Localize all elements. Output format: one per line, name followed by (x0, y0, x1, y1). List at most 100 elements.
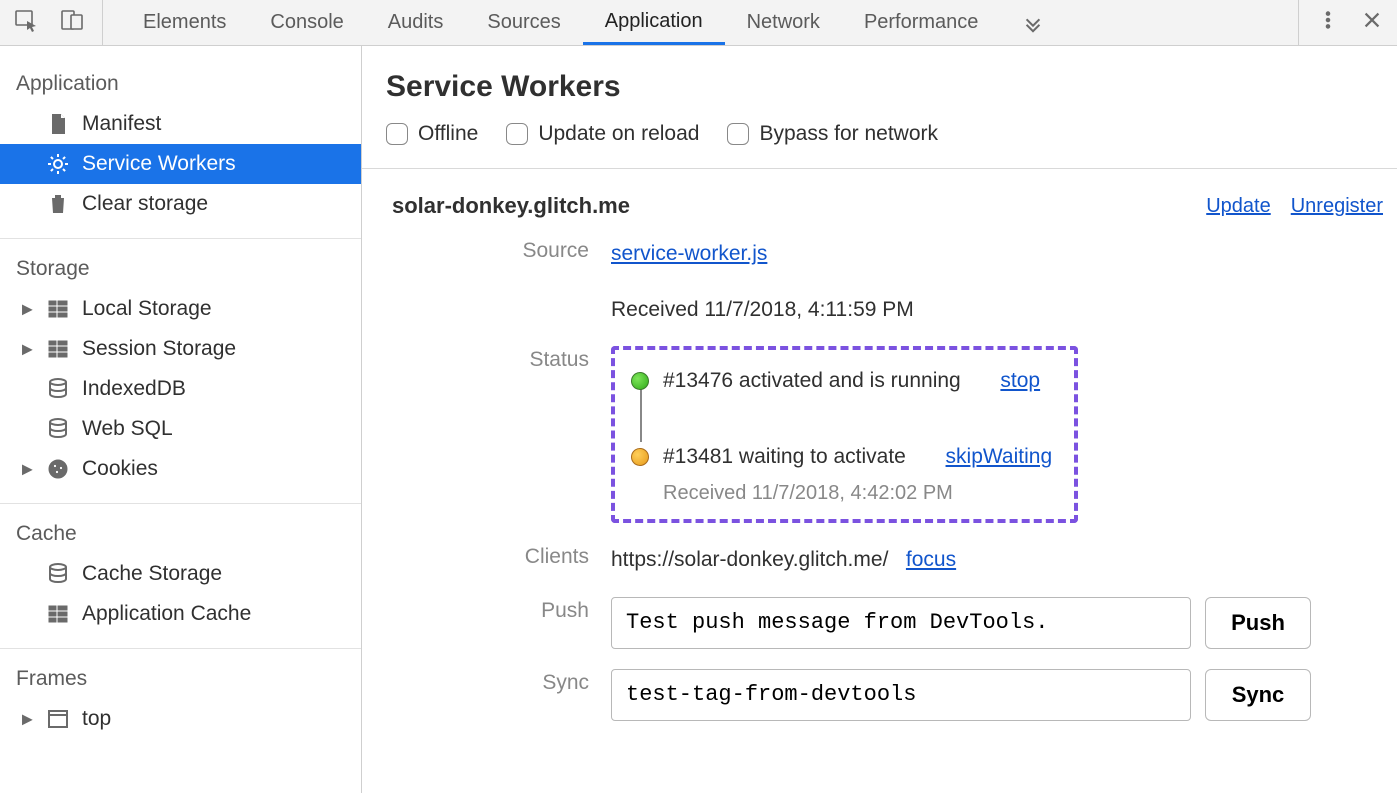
tab-console[interactable]: Console (248, 0, 365, 45)
push-button[interactable]: Push (1205, 597, 1311, 649)
sidebar-item-manifest[interactable]: Manifest (0, 104, 361, 144)
offline-checkbox[interactable]: Offline (386, 122, 478, 146)
push-label: Push (386, 597, 611, 649)
sidebar-item-label: Cookies (82, 457, 158, 481)
update-on-reload-checkbox[interactable]: Update on reload (506, 122, 699, 146)
grid-icon (46, 337, 70, 361)
tab-application[interactable]: Application (583, 0, 725, 45)
checkbox-label: Update on reload (538, 122, 699, 146)
checkbox-icon (506, 123, 528, 145)
sidebar-item-application-cache[interactable]: Application Cache (0, 594, 361, 634)
tab-overflow[interactable] (1000, 0, 1066, 45)
status-waiting-received: Received 11/7/2018, 4:42:02 PM (663, 477, 1052, 509)
kebab-icon[interactable] (1317, 9, 1339, 37)
database-icon (46, 417, 70, 441)
status-dot-waiting-icon (631, 448, 649, 466)
unregister-link[interactable]: Unregister (1291, 195, 1383, 218)
status-highlight-frame: #13476 activated and is running stop #13… (611, 346, 1078, 523)
status-dot-active-icon (631, 372, 649, 390)
grid-icon (46, 297, 70, 321)
clients-url: https://solar-donkey.glitch.me/ (611, 548, 888, 571)
status-active-id: #13476 (663, 369, 733, 392)
sidebar-item-cookies[interactable]: ▶ Cookies (0, 449, 361, 489)
push-row: Push Push (386, 597, 1383, 649)
document-icon (46, 112, 70, 136)
tab-network[interactable]: Network (725, 0, 842, 45)
sidebar-item-label: Cache Storage (82, 562, 222, 586)
device-toggle-icon[interactable] (60, 8, 84, 38)
devtools-topbar: Elements Console Audits Sources Applicat… (0, 0, 1397, 46)
sidebar-item-label: Service Workers (82, 152, 236, 176)
sync-row: Sync Sync (386, 669, 1383, 721)
panel-title: Service Workers (386, 70, 1383, 104)
checkbox-label: Offline (418, 122, 478, 146)
update-link[interactable]: Update (1206, 195, 1271, 218)
clients-label: Clients (386, 543, 611, 577)
origin-row: solar-donkey.glitch.me Update Unregister (386, 193, 1383, 237)
checkbox-icon (727, 123, 749, 145)
sidebar-item-local-storage[interactable]: ▶ Local Storage (0, 289, 361, 329)
push-input[interactable] (611, 597, 1191, 649)
sidebar-item-clear-storage[interactable]: Clear storage (0, 184, 361, 224)
status-waiting-id: #13481 (663, 445, 733, 468)
sidebar-item-label: Clear storage (82, 192, 208, 216)
topbar-left-icons (14, 0, 103, 45)
sidebar-item-label: Session Storage (82, 337, 236, 361)
status-connector (640, 386, 642, 442)
frame-icon (46, 707, 70, 731)
tab-sources[interactable]: Sources (465, 0, 582, 45)
chevron-right-icon: ▶ (22, 341, 33, 358)
checkbox-label: Bypass for network (759, 122, 938, 146)
devtools-tabs: Elements Console Audits Sources Applicat… (121, 0, 1298, 45)
sidebar-item-top-frame[interactable]: ▶ top (0, 699, 361, 739)
database-icon (46, 562, 70, 586)
sidebar-item-label: Web SQL (82, 417, 173, 441)
chevron-right-icon: ▶ (22, 301, 33, 318)
origin-text: solar-donkey.glitch.me (392, 193, 630, 219)
sidebar-item-label: top (82, 707, 111, 731)
source-file-link[interactable]: service-worker.js (611, 242, 767, 265)
inspect-icon[interactable] (14, 8, 38, 38)
sync-input[interactable] (611, 669, 1191, 721)
sidebar-item-websql[interactable]: Web SQL (0, 409, 361, 449)
sync-label: Sync (386, 669, 611, 721)
chevron-right-icon: ▶ (22, 461, 33, 478)
sidebar-section-storage: Storage (0, 249, 361, 289)
sidebar-item-service-workers[interactable]: Service Workers (0, 144, 361, 184)
tab-elements[interactable]: Elements (121, 0, 248, 45)
status-stop-link[interactable]: stop (1000, 364, 1040, 398)
status-waiting-line: #13481 waiting to activate skipWaiting (631, 440, 1052, 474)
sidebar-section-cache: Cache (0, 514, 361, 554)
database-icon (46, 377, 70, 401)
sidebar-section-application: Application (0, 64, 361, 104)
tab-performance[interactable]: Performance (842, 0, 1001, 45)
status-skipwaiting-link[interactable]: skipWaiting (946, 440, 1053, 474)
sidebar-item-label: Manifest (82, 112, 161, 136)
source-label: Source (386, 237, 611, 326)
status-active-text: activated and is running (739, 369, 961, 392)
checkbox-icon (386, 123, 408, 145)
sidebar-item-session-storage[interactable]: ▶ Session Storage (0, 329, 361, 369)
topbar-right-icons (1298, 0, 1383, 45)
sidebar-item-indexeddb[interactable]: IndexedDB (0, 369, 361, 409)
cookie-icon (46, 457, 70, 481)
trash-icon (46, 192, 70, 216)
gear-icon (46, 152, 70, 176)
status-label: Status (386, 346, 611, 523)
sync-button[interactable]: Sync (1205, 669, 1311, 721)
sidebar-item-label: Local Storage (82, 297, 212, 321)
status-active-line: #13476 activated and is running stop (631, 364, 1052, 398)
tab-audits[interactable]: Audits (366, 0, 466, 45)
sidebar-item-cache-storage[interactable]: Cache Storage (0, 554, 361, 594)
close-icon[interactable] (1361, 9, 1383, 37)
source-row: Source service-worker.js Received 11/7/2… (386, 237, 1383, 326)
clients-focus-link[interactable]: focus (906, 548, 956, 571)
grid-icon (46, 602, 70, 626)
bypass-for-network-checkbox[interactable]: Bypass for network (727, 122, 938, 146)
sidebar-item-label: IndexedDB (82, 377, 186, 401)
source-received: Received 11/7/2018, 4:11:59 PM (611, 293, 914, 327)
sw-options-row: Offline Update on reload Bypass for netw… (386, 122, 1383, 146)
sidebar-section-frames: Frames (0, 659, 361, 699)
status-row: Status #13476 activated and is running s… (386, 346, 1383, 523)
sidebar-item-label: Application Cache (82, 602, 251, 626)
